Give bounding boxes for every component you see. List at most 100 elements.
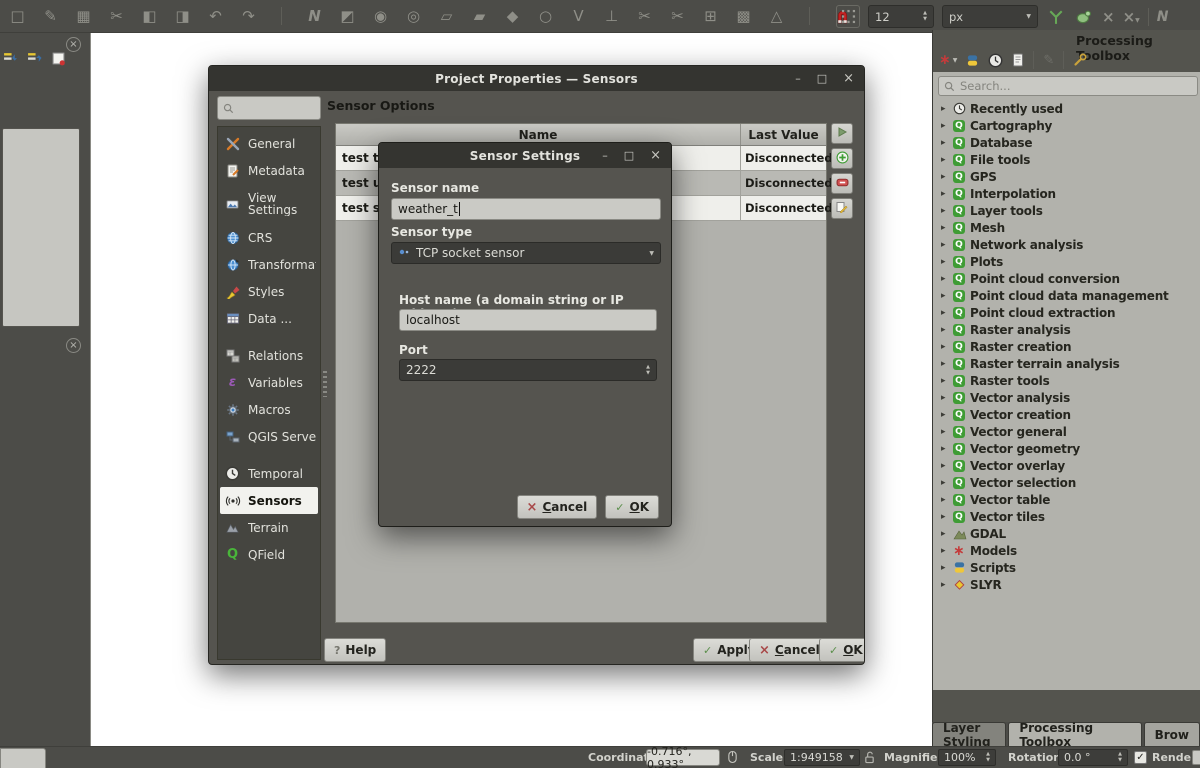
- selection-extent-icon[interactable]: [836, 5, 860, 28]
- stepper-arrows-icon[interactable]: ▲▼: [923, 11, 927, 22]
- sidebar-item[interactable]: Metadata: [218, 157, 320, 184]
- expand-arrow-icon[interactable]: ▸: [941, 359, 953, 369]
- sidebar-item[interactable]: ε Variables: [218, 369, 320, 396]
- tab-processing-toolbox[interactable]: Processing Toolbox: [1008, 722, 1141, 746]
- expand-arrow-icon[interactable]: ▸: [941, 104, 953, 114]
- collapse-all-icon[interactable]: [26, 50, 42, 66]
- sensor-settings-titlebar[interactable]: Sensor Settings – □ ×: [379, 143, 671, 168]
- toolbar-icon[interactable]: ◆: [503, 7, 522, 26]
- algorithm-group-row[interactable]: ▸ Q Raster terrain analysis: [933, 355, 1200, 372]
- expand-arrow-icon[interactable]: ▸: [941, 529, 953, 539]
- toolbar-icon[interactable]: ▩: [734, 7, 753, 26]
- toolbar-icon[interactable]: N: [305, 7, 324, 26]
- toolbar-icon[interactable]: ○: [536, 7, 555, 26]
- algorithm-group-row[interactable]: ▸ Q Plots: [933, 253, 1200, 270]
- expand-arrow-icon[interactable]: ▸: [941, 342, 953, 352]
- host-name-input[interactable]: localhost: [399, 309, 657, 331]
- rotation-stepper[interactable]: 0.0 °▲▼: [1058, 749, 1128, 766]
- maximize-icon[interactable]: □: [817, 73, 827, 84]
- expand-arrow-icon[interactable]: ▸: [941, 444, 953, 454]
- expand-arrow-icon[interactable]: ▸: [941, 121, 953, 131]
- history-icon[interactable]: [988, 53, 1003, 68]
- expand-arrow-icon[interactable]: ▸: [941, 546, 953, 556]
- mouse-extent-icon[interactable]: [727, 750, 738, 767]
- status-locator-button[interactable]: [0, 748, 46, 768]
- algorithm-group-row[interactable]: ▸ Q Vector selection: [933, 474, 1200, 491]
- panel-close-icon[interactable]: ×: [66, 37, 81, 52]
- expand-arrow-icon[interactable]: ▸: [941, 223, 953, 233]
- toolbar-icon[interactable]: ▱: [437, 7, 456, 26]
- algorithm-group-row[interactable]: ▸ Q Network analysis: [933, 236, 1200, 253]
- sidebar-item[interactable]: Temporal: [218, 460, 320, 487]
- minimize-icon[interactable]: –: [795, 73, 801, 84]
- expand-arrow-icon[interactable]: ▸: [941, 240, 953, 250]
- algorithm-group-row[interactable]: ▸ Q Point cloud conversion: [933, 270, 1200, 287]
- expand-arrow-icon[interactable]: ▸: [941, 257, 953, 267]
- render-checkbox[interactable]: ✓: [1134, 751, 1147, 764]
- expand-arrow-icon[interactable]: ▸: [941, 274, 953, 284]
- project-properties-titlebar[interactable]: Project Properties — Sensors – □ ×: [209, 66, 864, 91]
- toolbar-icon[interactable]: ✎: [41, 7, 60, 26]
- toolbar-icon[interactable]: V: [569, 7, 588, 26]
- ok-button[interactable]: ✓ OK: [819, 638, 865, 662]
- expand-arrow-icon[interactable]: ▸: [941, 325, 953, 335]
- toolbar-icon[interactable]: ↷: [239, 7, 258, 26]
- column-header-last-value[interactable]: Last Value: [741, 124, 826, 145]
- sidebar-item[interactable]: Sensors: [220, 487, 318, 514]
- toolbar-icon[interactable]: ✂: [635, 7, 654, 26]
- sidebar-item[interactable]: QGIS Server: [218, 423, 320, 450]
- expand-arrow-icon[interactable]: ▸: [941, 138, 953, 148]
- algorithm-group-row[interactable]: ▸ Q Vector tiles: [933, 508, 1200, 525]
- port-stepper[interactable]: 2222 ▲▼: [399, 359, 657, 381]
- sidebar-item[interactable]: CRS: [218, 224, 320, 251]
- toolbar-icon[interactable]: ↶: [206, 7, 225, 26]
- tab-layer-styling[interactable]: Layer Styling: [932, 722, 1006, 746]
- expand-arrow-icon[interactable]: ▸: [941, 189, 953, 199]
- cancel-button[interactable]: × Cancel: [517, 495, 598, 519]
- properties-search-box[interactable]: [217, 96, 321, 120]
- close-icon[interactable]: ×: [843, 72, 854, 85]
- log-icon[interactable]: [1012, 53, 1024, 67]
- algorithm-group-row[interactable]: ▸ Q Vector table: [933, 491, 1200, 508]
- expand-arrow-icon[interactable]: ▸: [941, 478, 953, 488]
- expand-arrow-icon[interactable]: ▸: [941, 563, 953, 573]
- annotation-n-icon[interactable]: N: [1157, 9, 1169, 25]
- remove-sensor-button[interactable]: [831, 173, 853, 194]
- algorithm-group-row[interactable]: ▸ Q Database: [933, 134, 1200, 151]
- sidebar-item[interactable]: Q QField: [218, 541, 320, 568]
- sidebar-item[interactable]: Relations: [218, 342, 320, 369]
- toolbar-icon[interactable]: ✂: [668, 7, 687, 26]
- add-sensor-button[interactable]: [831, 148, 853, 169]
- algorithm-group-row[interactable]: ▸ SLYR: [933, 576, 1200, 593]
- edit-sensor-button[interactable]: [831, 198, 853, 219]
- disable-snapping-x2-icon[interactable]: ×▼: [1123, 8, 1140, 26]
- expand-arrow-icon[interactable]: ▸: [941, 172, 953, 182]
- coordinate-input[interactable]: -0.716°, 0.933°: [646, 749, 720, 766]
- algorithm-group-row[interactable]: ▸ Q Vector geometry: [933, 440, 1200, 457]
- algorithm-group-row[interactable]: ▸ Q Cartography: [933, 117, 1200, 134]
- algorithm-group-row[interactable]: ▸ Q Point cloud data management: [933, 287, 1200, 304]
- expand-arrow-icon[interactable]: ▸: [941, 512, 953, 522]
- algorithm-group-row[interactable]: ▸ Q Raster creation: [933, 338, 1200, 355]
- symbol-size-stepper[interactable]: 12 ▲▼: [868, 5, 934, 28]
- expand-arrow-icon[interactable]: ▸: [941, 206, 953, 216]
- toolbar-icon[interactable]: ⊥: [602, 7, 621, 26]
- cancel-button[interactable]: × Cancel: [749, 638, 830, 662]
- algorithm-group-row[interactable]: ▸ Q Raster tools: [933, 372, 1200, 389]
- toolbar-icon[interactable]: ◨: [173, 7, 192, 26]
- toolbar-icon[interactable]: ▰: [470, 7, 489, 26]
- toolbox-search-box[interactable]: [938, 76, 1198, 96]
- messages-icon[interactable]: [1192, 750, 1200, 765]
- sidebar-item[interactable]: Data ...: [218, 305, 320, 332]
- algorithm-group-row[interactable]: ▸ Q Mesh: [933, 219, 1200, 236]
- tracing-hand-icon[interactable]: [1074, 7, 1094, 27]
- sidebar-item[interactable]: View Settings: [218, 184, 320, 224]
- panel-close-2-icon[interactable]: ×: [66, 338, 81, 353]
- toolbox-search-input[interactable]: [960, 79, 1192, 93]
- help-button[interactable]: ? Help: [324, 638, 386, 662]
- layers-panel-list[interactable]: [2, 128, 80, 327]
- expand-arrow-icon[interactable]: ▸: [941, 308, 953, 318]
- algorithm-group-row[interactable]: ▸ Q Vector creation: [933, 406, 1200, 423]
- algorithm-group-row[interactable]: ▸ Q Vector analysis: [933, 389, 1200, 406]
- expand-arrow-icon[interactable]: ▸: [941, 461, 953, 471]
